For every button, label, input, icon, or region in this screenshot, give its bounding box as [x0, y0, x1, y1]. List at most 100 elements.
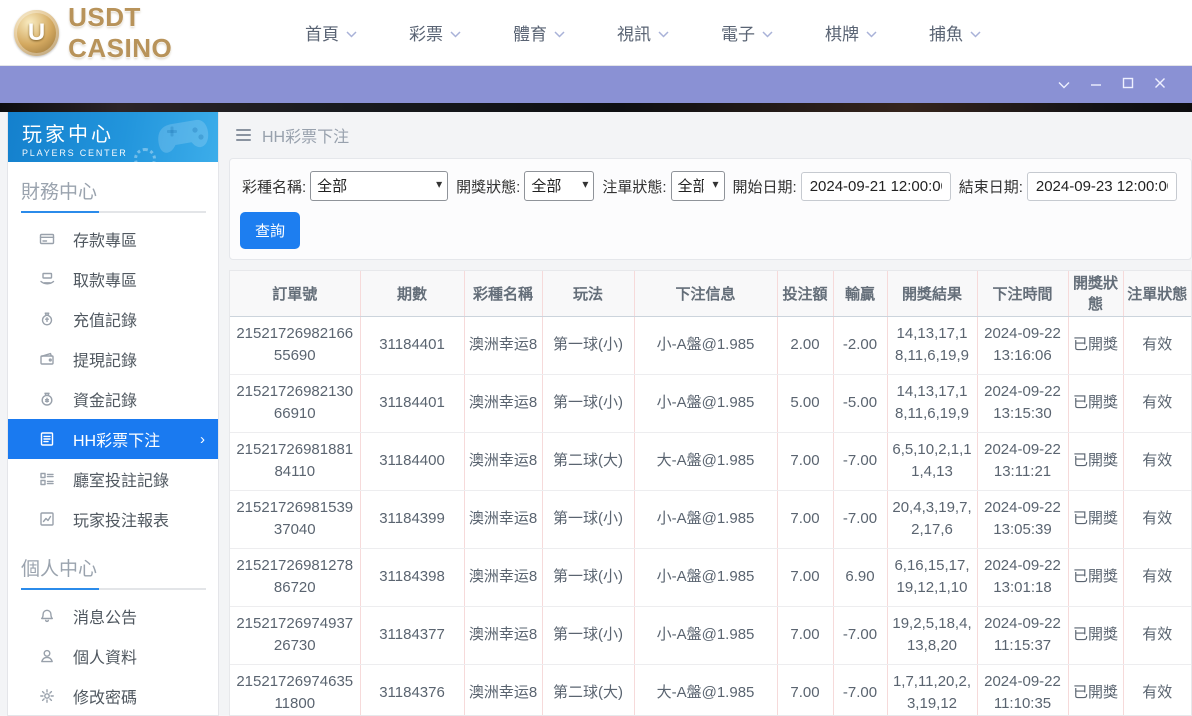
table-cell: 7.00 [776, 490, 833, 549]
main-content: HH彩票下注 彩種名稱: 全部 開獎狀態: 全部 注單狀態: [229, 112, 1192, 716]
nav-item-3[interactable]: 視訊 [591, 20, 695, 45]
filter-panel: 彩種名稱: 全部 開獎狀態: 全部 注單狀態: 全部 [229, 158, 1192, 260]
sidebar-item-個人資料[interactable]: 個人資料 [8, 636, 218, 676]
table-cell: 澳洲幸运8 [463, 664, 542, 715]
menu-hamburger-icon[interactable] [236, 129, 251, 141]
table-cell: 2024-09-22 13:11:21 [976, 432, 1068, 491]
sidebar-item-充值記錄[interactable]: 充值記錄 [8, 299, 218, 339]
table-cell: 2024-09-22 11:10:35 [976, 664, 1068, 715]
chevron-down-icon [762, 23, 773, 43]
sidebar-item-修改密碼[interactable]: 修改密碼 [8, 676, 218, 715]
end-date-label: 結束日期: [958, 178, 1023, 196]
column-header: 玩法 [541, 271, 634, 317]
table-cell: 澳洲幸运8 [463, 548, 542, 607]
table-cell: 2152172697463511800 [230, 664, 360, 715]
table-cell: 第一球(小) [541, 490, 634, 549]
table-cell: 已開獎 [1067, 606, 1123, 665]
draw-status-select-wrap: 全部 [524, 171, 595, 201]
start-date-label: 開始日期: [732, 178, 797, 196]
breadcrumb: HH彩票下注 [229, 112, 1192, 158]
table-cell: 20,4,3,19,7,2,17,6 [886, 490, 977, 549]
table-cell: 有效 [1122, 548, 1191, 607]
table-cell: 有效 [1122, 606, 1191, 665]
draw-status-select[interactable]: 全部 [524, 171, 595, 201]
table-cell: 第一球(小) [541, 316, 634, 375]
room-bet-record-icon [38, 471, 56, 487]
lottery-name-select[interactable]: 全部 [310, 171, 449, 201]
nav-item-5[interactable]: 棋牌 [799, 20, 903, 45]
table-cell: 19,2,5,18,4,13,8,20 [886, 606, 977, 665]
table-cell: 31184399 [359, 490, 464, 549]
table-cell: 小-A盤@1.985 [633, 490, 777, 549]
sidebar-item-玩家投注報表[interactable]: 玩家投注報表 [8, 499, 218, 539]
user-icon [38, 648, 56, 664]
sidebar-body: 財務中心 存款專區 取款專區 充值記錄 提現記錄 資金記錄 HH彩票下注 › 廳室投註記錄 玩家投… [8, 162, 218, 715]
sidebar-item-提現記錄[interactable]: 提現記錄 [8, 339, 218, 379]
table-cell: 6,16,15,17,19,12,1,10 [886, 548, 977, 607]
chevron-down-icon [554, 23, 565, 43]
table-cell: 第二球(大) [541, 432, 634, 491]
window-close-button[interactable] [1144, 72, 1176, 98]
table-cell: 大-A盤@1.985 [633, 664, 777, 715]
sidebar-item-label: 個人資料 [73, 650, 138, 667]
table-row: 2152172698213066910 31184401 澳洲幸运8 第一球(小) 小-… [230, 374, 1191, 433]
sidebar-item-label: 充值記錄 [73, 313, 138, 330]
sidebar-section-title: 個人中心 [21, 559, 98, 580]
minimize-icon [1090, 76, 1102, 94]
column-header: 彩種名稱 [463, 271, 542, 317]
nav-item-0[interactable]: 首頁 [279, 20, 383, 45]
sidebar-item-label: 存款專區 [73, 233, 138, 250]
deposit-card-icon [38, 231, 56, 247]
sidebar-item-消息公告[interactable]: 消息公告 [8, 596, 218, 636]
sidebar-item-label: HH彩票下注 [73, 433, 161, 450]
lottery-name-label: 彩種名稱: [242, 178, 307, 196]
sidebar-item-取款專區[interactable]: 取款專區 [8, 259, 218, 299]
table-cell: 5.00 [776, 374, 833, 433]
brand-logo[interactable]: U USDT CASINO [14, 2, 249, 64]
usdt-coin-logo-icon: U [14, 9, 60, 56]
table-cell: 澳洲幸运8 [463, 490, 542, 549]
nav-item-6[interactable]: 捕魚 [903, 20, 1007, 45]
table-cell: 澳洲幸运8 [463, 606, 542, 665]
table-row: 2152172698216655690 31184401 澳洲幸运8 第一球(小) 小-… [230, 316, 1191, 375]
start-date-input[interactable] [800, 171, 951, 201]
nav-item-2[interactable]: 體育 [487, 20, 591, 45]
draw-status-label: 開獎狀態: [456, 178, 521, 196]
nav-item-1[interactable]: 彩票 [383, 20, 487, 45]
sidebar-item-HH彩票下注[interactable]: HH彩票下注 › [8, 419, 218, 459]
table-cell: 2152172698188184110 [230, 432, 360, 491]
table-cell: 小-A盤@1.985 [633, 316, 777, 375]
column-header: 開獎狀態 [1067, 271, 1123, 317]
window-collapse-button[interactable] [1048, 72, 1080, 98]
window-minimize-button[interactable] [1080, 72, 1112, 98]
chevron-down-icon [970, 23, 981, 43]
sidebar-item-存款專區[interactable]: 存款專區 [8, 219, 218, 259]
table-cell: 31184401 [359, 374, 464, 433]
column-header: 投注額 [776, 271, 833, 317]
top-navbar: U USDT CASINO 首頁 彩票 體育 視訊 電子 棋牌 捕魚 [0, 0, 1192, 66]
nav-item-4[interactable]: 電子 [695, 20, 799, 45]
order-status-select[interactable]: 全部 [670, 171, 725, 201]
sidebar-item-label: 玩家投注報表 [73, 513, 170, 530]
bell-icon [38, 608, 56, 624]
table-cell: 2152172698213066910 [230, 374, 360, 433]
table-cell: 第一球(小) [541, 548, 634, 607]
chevron-down-icon [450, 23, 461, 43]
top-nav: 首頁 彩票 體育 視訊 電子 棋牌 捕魚 [279, 20, 1007, 45]
table-cell: 第二球(大) [541, 664, 634, 715]
search-button[interactable]: 查詢 [240, 212, 301, 249]
gear-icon [38, 688, 56, 704]
table-cell: 14,13,17,18,11,6,19,9 [886, 374, 977, 433]
sidebar-item-資金記錄[interactable]: 資金記錄 [8, 379, 218, 419]
table-cell: 已開獎 [1067, 316, 1123, 375]
end-date-input[interactable] [1026, 171, 1177, 201]
window-titlebar [0, 66, 1192, 103]
window-maximize-button[interactable] [1112, 72, 1144, 98]
chevron-right-icon: › [200, 430, 205, 448]
table-cell: 小-A盤@1.985 [633, 374, 777, 433]
sidebar-item-廳室投註記錄[interactable]: 廳室投註記錄 [8, 459, 218, 499]
section-underline [21, 588, 206, 590]
table-cell: 6.90 [832, 548, 887, 607]
chevron-down-icon [658, 23, 669, 43]
table-cell: 2024-09-22 13:15:30 [976, 374, 1068, 433]
